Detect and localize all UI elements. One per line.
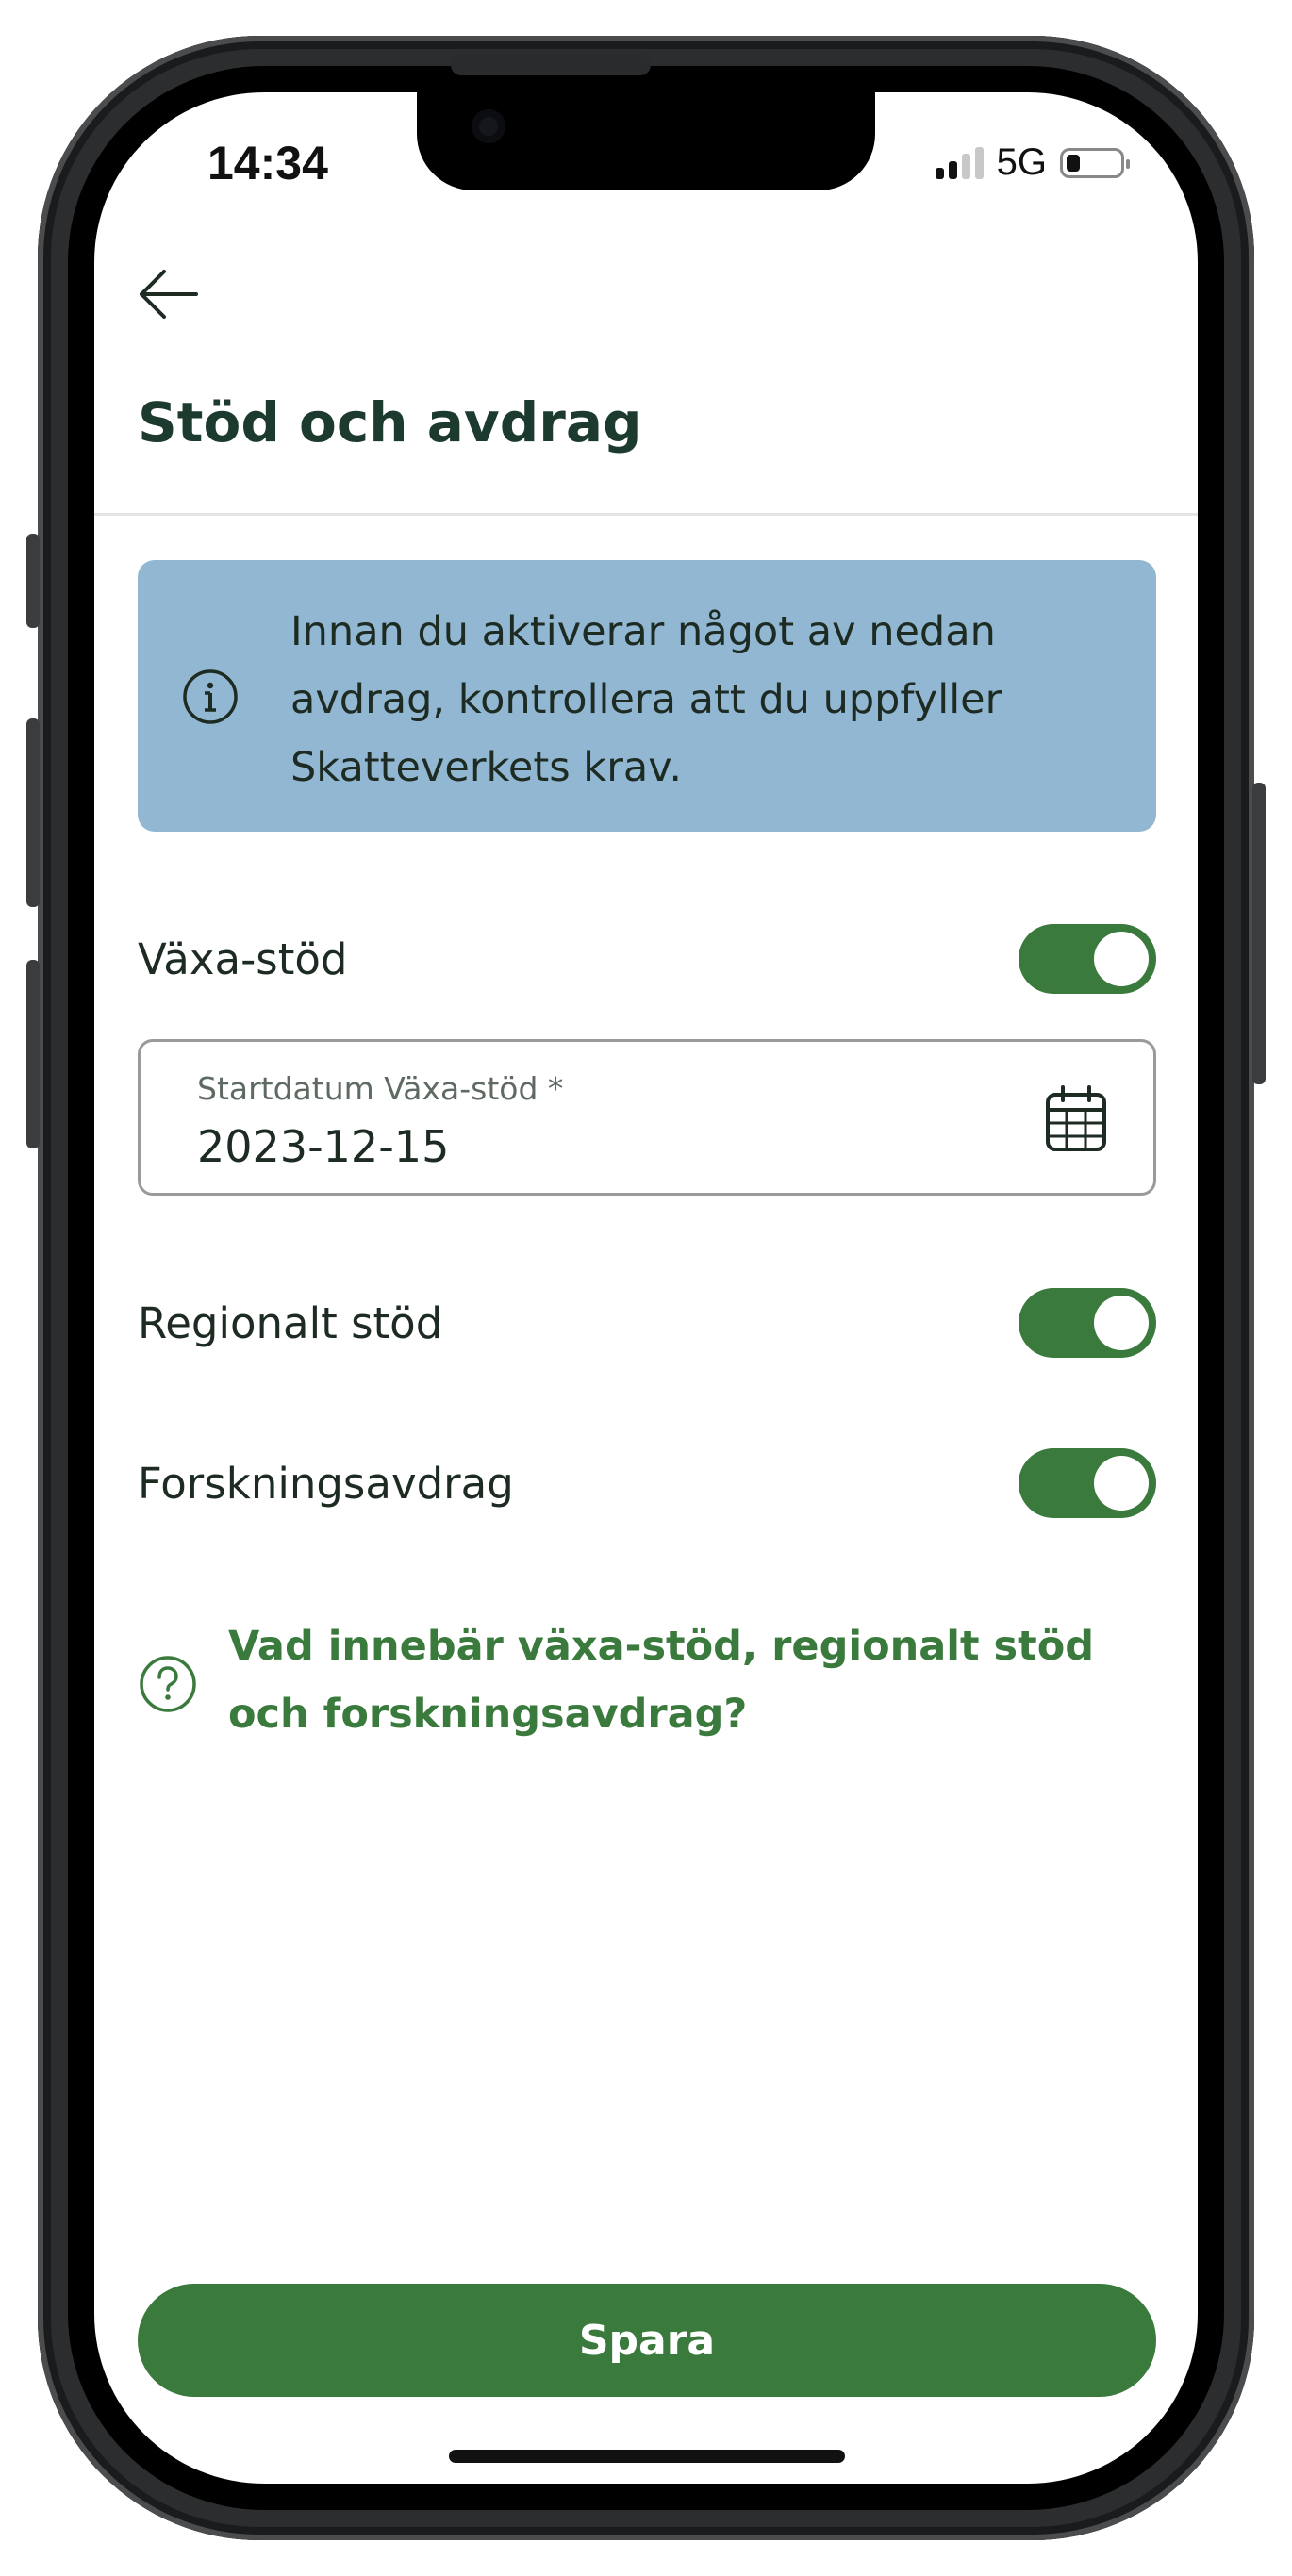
toggle-knob xyxy=(1094,1456,1149,1511)
signal-icon xyxy=(935,146,984,179)
page-title: Stöd och avdrag xyxy=(138,390,642,454)
vaxa-stod-row: Växa-stöd xyxy=(138,924,1156,994)
speaker-grille xyxy=(451,55,651,75)
app-screen: 14:34 5G Stöd och avdrag Innan du aktive xyxy=(94,92,1198,2484)
status-indicators: 5G xyxy=(935,141,1130,184)
regionalt-stod-label: Regionalt stöd xyxy=(138,1297,443,1348)
arrow-left-icon xyxy=(140,270,198,319)
help-link-text: Vad innebär växa-stöd, regionalt stöd oc… xyxy=(228,1623,1095,1738)
forskningsavdrag-row: Forskningsavdrag xyxy=(138,1448,1156,1518)
info-circle-icon xyxy=(183,669,238,724)
volume-up-button xyxy=(26,718,40,907)
vaxa-stod-toggle[interactable] xyxy=(1019,924,1156,994)
info-banner: Innan du aktiverar något av nedan avdrag… xyxy=(138,560,1156,832)
forskningsavdrag-toggle[interactable] xyxy=(1019,1448,1156,1518)
home-indicator[interactable] xyxy=(449,2450,845,2463)
forskningsavdrag-label: Forskningsavdrag xyxy=(138,1458,514,1509)
back-button[interactable] xyxy=(134,260,202,328)
start-date-field[interactable]: Startdatum Växa-stöd * 2023-12-15 xyxy=(138,1039,1156,1196)
vaxa-stod-label: Växa-stöd xyxy=(138,933,348,984)
toggle-knob xyxy=(1094,1296,1149,1350)
start-date-label: Startdatum Växa-stöd * xyxy=(197,1070,564,1107)
network-type: 5G xyxy=(996,141,1047,183)
notch xyxy=(417,92,875,190)
mute-switch xyxy=(26,534,40,628)
status-time: 14:34 xyxy=(207,137,328,190)
volume-down-button xyxy=(26,960,40,1148)
save-button[interactable]: Spara xyxy=(138,2284,1156,2397)
header-divider xyxy=(94,513,1198,516)
start-date-value: 2023-12-15 xyxy=(197,1121,450,1172)
regionalt-stod-row: Regionalt stöd xyxy=(138,1288,1156,1358)
battery-icon xyxy=(1060,147,1130,178)
toggle-knob xyxy=(1094,932,1149,986)
question-circle-icon xyxy=(140,1656,196,1712)
calendar-icon[interactable] xyxy=(1042,1083,1110,1155)
info-banner-text: Innan du aktiverar något av nedan avdrag… xyxy=(290,608,1002,791)
front-camera xyxy=(472,109,505,143)
regionalt-stod-toggle[interactable] xyxy=(1019,1288,1156,1358)
power-button xyxy=(1252,783,1266,1084)
help-link[interactable]: Vad innebär växa-stöd, regionalt stöd oc… xyxy=(138,1612,1156,1754)
